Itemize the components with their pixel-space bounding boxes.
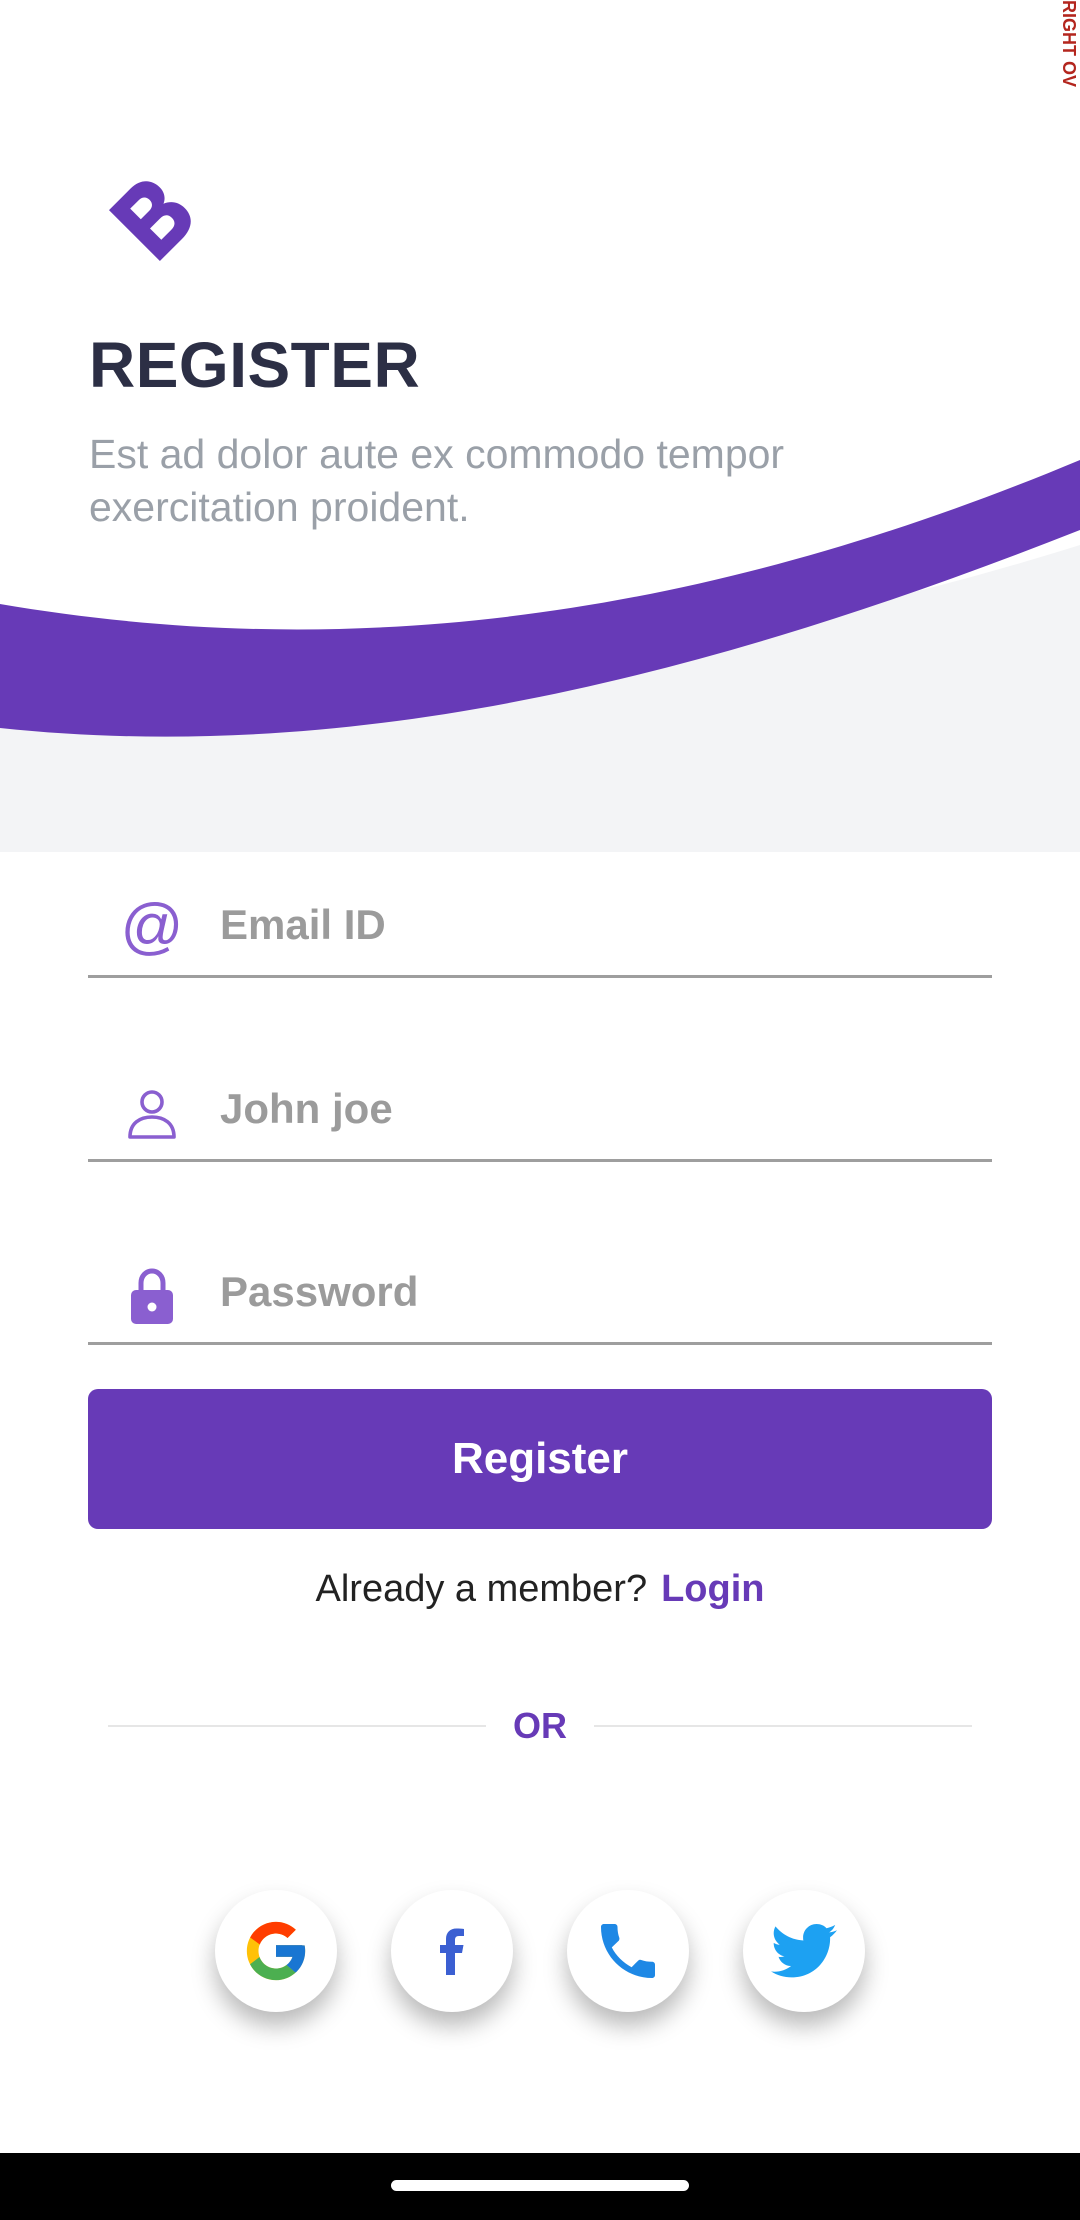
phone-icon <box>601 1924 655 1978</box>
brand-logo-icon <box>108 181 191 262</box>
login-prompt: Already a member? Login <box>0 1568 1080 1611</box>
phone-signin-button[interactable] <box>567 1890 689 2012</box>
divider-line-right <box>594 1725 972 1727</box>
login-link[interactable]: Login <box>661 1568 764 1610</box>
debug-banner: RIGHT OV <box>1058 0 1080 96</box>
password-field-row <box>88 1260 992 1345</box>
member-text: Already a member? <box>315 1568 648 1610</box>
twitter-signin-button[interactable] <box>743 1890 865 2012</box>
lock-icon <box>120 1264 184 1328</box>
at-sign-icon: @ <box>120 897 184 961</box>
google-signin-button[interactable] <box>215 1890 337 2012</box>
register-screen: RIGHT OV REGISTER Est ad dolor aute ex c… <box>0 0 1080 2220</box>
twitter-icon <box>771 1924 837 1978</box>
or-divider: OR <box>108 1704 972 1748</box>
header-wave-decoration <box>0 460 1080 880</box>
facebook-icon <box>440 1928 464 1975</box>
email-field-row: @ <box>88 893 992 978</box>
google-icon <box>246 1921 306 1981</box>
password-input[interactable] <box>220 1260 960 1324</box>
debug-banner-text: RIGHT OV <box>1059 0 1079 88</box>
register-button[interactable]: Register <box>88 1389 992 1529</box>
name-field-row <box>88 1077 992 1162</box>
user-icon <box>120 1081 184 1145</box>
home-indicator[interactable] <box>391 2180 689 2191</box>
page-title: REGISTER <box>89 329 421 401</box>
name-input[interactable] <box>220 1077 960 1141</box>
svg-text:@: @ <box>122 899 182 959</box>
facebook-signin-button[interactable] <box>391 1890 513 2012</box>
email-input[interactable] <box>220 893 960 957</box>
